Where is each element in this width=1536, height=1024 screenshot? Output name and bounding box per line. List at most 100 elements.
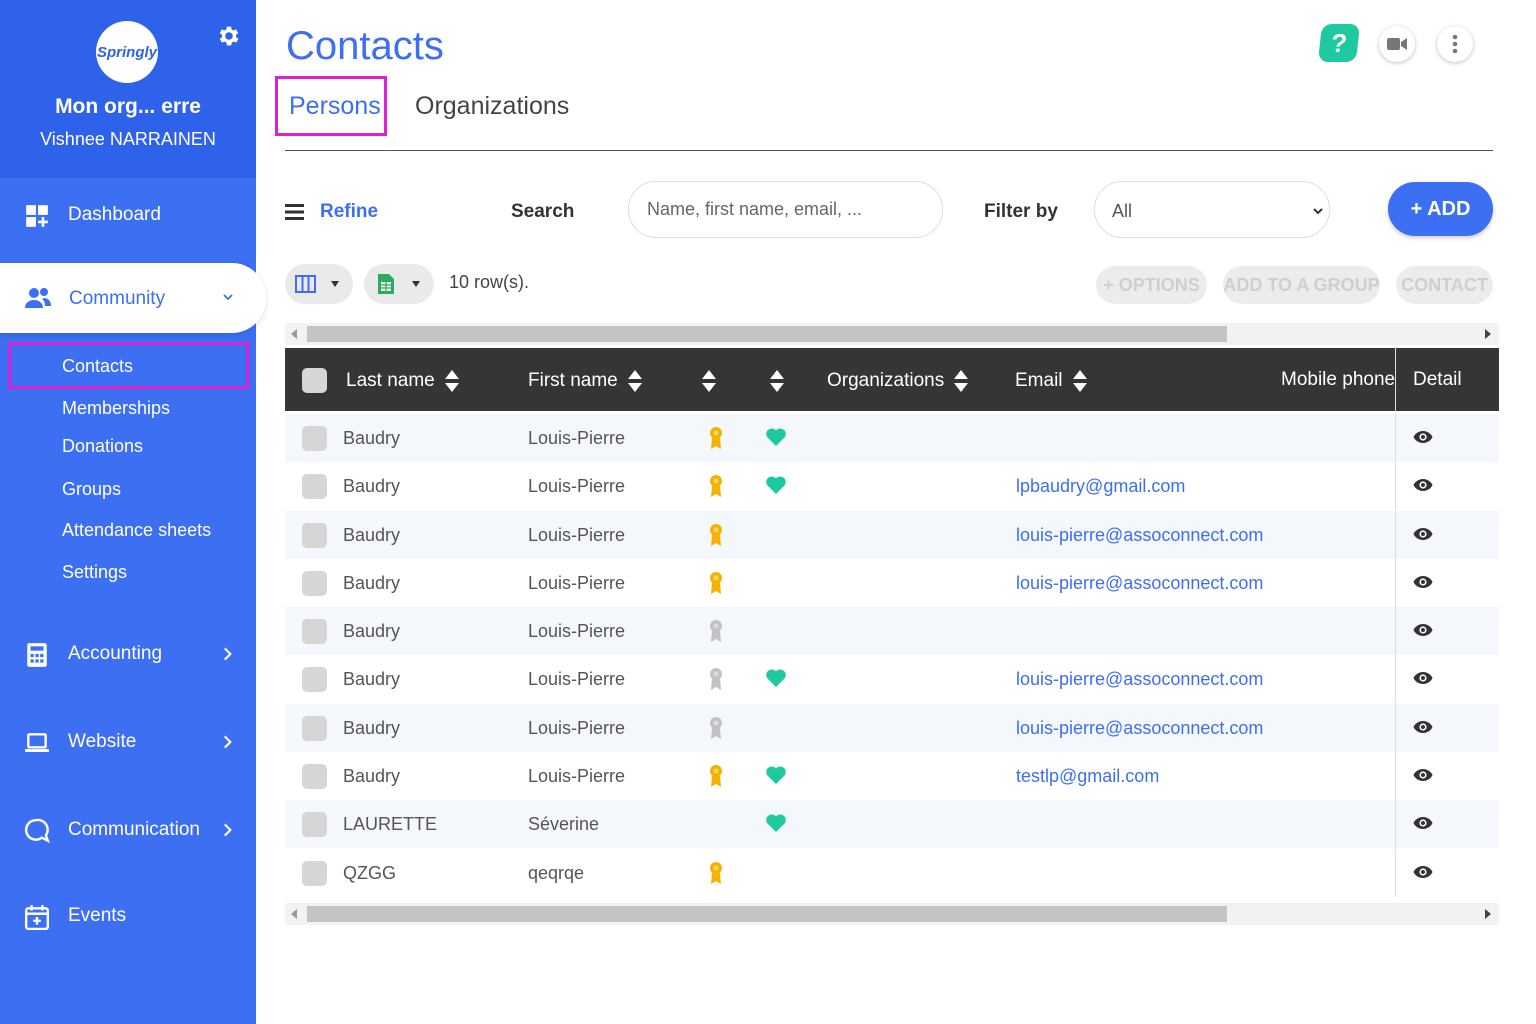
scroll-left-arrow[interactable] xyxy=(291,909,297,919)
eye-icon[interactable] xyxy=(1413,768,1433,782)
row-checkbox[interactable] xyxy=(302,571,327,596)
help-button[interactable]: ? xyxy=(1318,24,1360,62)
nav-community[interactable]: Community xyxy=(0,263,266,333)
column-header-mobile-phone[interactable]: Mobile phone xyxy=(1281,369,1395,391)
sidebar-item-settings[interactable]: Settings xyxy=(62,562,127,583)
contact-button[interactable]: CONTACT xyxy=(1396,266,1493,304)
eye-icon[interactable] xyxy=(1413,816,1433,830)
scroll-thumb[interactable] xyxy=(307,906,1227,922)
eye-icon[interactable] xyxy=(1413,671,1433,685)
sidebar-item-contacts[interactable]: Contacts xyxy=(62,356,133,377)
tab-persons[interactable]: Persons xyxy=(289,92,381,121)
row-checkbox[interactable] xyxy=(302,812,327,837)
eye-icon[interactable] xyxy=(1413,865,1433,879)
nav-events[interactable]: Events xyxy=(0,893,256,939)
column-header-last-name[interactable]: Last name xyxy=(346,369,460,393)
scroll-thumb[interactable] xyxy=(307,326,1227,342)
nav-communication[interactable]: Communication xyxy=(0,807,256,853)
video-call-button[interactable] xyxy=(1379,26,1415,62)
sidebar-item-memberships[interactable]: Memberships xyxy=(62,398,170,419)
eye-icon[interactable] xyxy=(1413,430,1433,444)
nav-website-label: Website xyxy=(68,731,137,752)
eye-icon[interactable] xyxy=(1413,575,1433,589)
export-button[interactable] xyxy=(364,264,434,304)
cell-email-link[interactable]: louis-pierre@assoconnect.com xyxy=(1016,525,1263,546)
column-label-organizations: Organizations xyxy=(827,370,945,391)
table-row[interactable]: Baudry Louis-Pierre louis-pierre@assoconne… xyxy=(285,655,1499,703)
add-to-group-button[interactable]: ADD TO A GROUP xyxy=(1223,266,1380,304)
nav-dashboard[interactable]: Dashboard xyxy=(0,192,256,238)
table-row[interactable]: Baudry Louis-Pierre xyxy=(285,607,1499,655)
columns-toggle-button[interactable] xyxy=(285,264,353,304)
column-header-email[interactable]: Email xyxy=(1015,369,1088,393)
column-header-first-name[interactable]: First name xyxy=(528,369,643,393)
row-checkbox[interactable] xyxy=(302,667,327,692)
sidebar-item-donations[interactable]: Donations xyxy=(62,436,143,457)
tab-organizations[interactable]: Organizations xyxy=(415,92,569,121)
column-label-last-name: Last name xyxy=(346,370,435,391)
row-checkbox[interactable] xyxy=(302,716,327,741)
sidebar-item-attendance-sheets[interactable]: Attendance sheets xyxy=(62,520,211,541)
cell-first-name: Louis-Pierre xyxy=(528,766,626,786)
sidebar-item-groups[interactable]: Groups xyxy=(62,479,121,500)
sort-icon xyxy=(444,370,459,392)
column-divider xyxy=(1395,800,1396,848)
table-row[interactable]: Baudry Louis-Pierre louis-pierre@assoconne… xyxy=(285,559,1499,607)
membership-medal-icon xyxy=(710,765,722,787)
search-input[interactable] xyxy=(628,181,943,238)
filter-select[interactable]: All xyxy=(1094,181,1330,238)
eye-icon[interactable] xyxy=(1413,478,1433,492)
row-checkbox[interactable] xyxy=(302,474,327,499)
org-logo[interactable]: Springly xyxy=(96,21,158,83)
membership-medal-icon xyxy=(710,717,722,739)
horizontal-scrollbar-bottom[interactable] xyxy=(285,903,1499,925)
cell-email-link[interactable]: louis-pierre@assoconnect.com xyxy=(1016,718,1263,739)
tabs-divider xyxy=(285,150,1493,151)
chevron-right-icon xyxy=(224,647,232,661)
columns-icon xyxy=(295,275,316,293)
table-row[interactable]: QZGG qeqrqe xyxy=(285,849,1499,897)
row-count: 10 row(s). xyxy=(449,272,530,292)
column-header-donation[interactable] xyxy=(769,369,785,393)
column-header-membership[interactable] xyxy=(701,369,717,393)
row-checkbox[interactable] xyxy=(302,523,327,548)
scroll-left-arrow[interactable] xyxy=(291,329,297,339)
table-row[interactable]: Baudry Louis-Pierre testlp@gmail.com xyxy=(285,752,1499,800)
row-checkbox[interactable] xyxy=(302,619,327,644)
gear-icon[interactable] xyxy=(216,23,242,49)
eye-icon[interactable] xyxy=(1413,720,1433,734)
cell-email-link[interactable]: louis-pierre@assoconnect.com xyxy=(1016,573,1263,594)
column-header-organizations[interactable]: Organizations xyxy=(827,369,969,393)
user-name: Vishnee NARRAINEN xyxy=(40,129,216,149)
table-row[interactable]: Baudry Louis-Pierre xyxy=(285,414,1499,462)
eye-icon[interactable] xyxy=(1413,527,1433,541)
cell-email-link[interactable]: lpbaudry@gmail.com xyxy=(1016,476,1185,497)
options-button[interactable]: + OPTIONS xyxy=(1096,266,1207,304)
select-all-checkbox[interactable] xyxy=(302,368,327,393)
refine-button[interactable]: Refine xyxy=(285,196,378,228)
scroll-right-arrow[interactable] xyxy=(1485,329,1491,339)
table-row[interactable]: Baudry Louis-Pierre lpbaudry@gmail.com xyxy=(285,462,1499,510)
row-checkbox[interactable] xyxy=(302,861,327,886)
cell-last-name: QZGG xyxy=(343,863,396,883)
donation-heart-icon xyxy=(766,428,786,446)
table-row[interactable]: Baudry Louis-Pierre louis-pierre@assoconne… xyxy=(285,511,1499,559)
more-menu-button[interactable] xyxy=(1437,26,1473,62)
cell-email-link[interactable]: louis-pierre@assoconnect.com xyxy=(1016,669,1263,690)
add-button[interactable]: + ADD xyxy=(1388,182,1493,236)
cell-email-link[interactable]: testlp@gmail.com xyxy=(1016,766,1159,787)
eye-icon[interactable] xyxy=(1413,623,1433,637)
scroll-right-arrow[interactable] xyxy=(1485,909,1491,919)
cell-last-name: Baudry xyxy=(343,669,401,689)
nav-website[interactable]: Website xyxy=(0,719,256,765)
horizontal-scrollbar-top[interactable] xyxy=(285,323,1499,345)
refine-label: Refine xyxy=(320,201,379,222)
table-row[interactable]: Baudry Louis-Pierre louis-pierre@assoconne… xyxy=(285,704,1499,752)
column-divider xyxy=(1395,348,1396,411)
row-checkbox[interactable] xyxy=(302,764,327,789)
nav-accounting[interactable]: Accounting xyxy=(0,631,256,677)
column-divider xyxy=(1395,607,1396,655)
table-row[interactable]: LAURETTE Séverine xyxy=(285,800,1499,848)
cell-first-name: Louis-Pierre xyxy=(528,525,626,545)
row-checkbox[interactable] xyxy=(302,426,327,451)
